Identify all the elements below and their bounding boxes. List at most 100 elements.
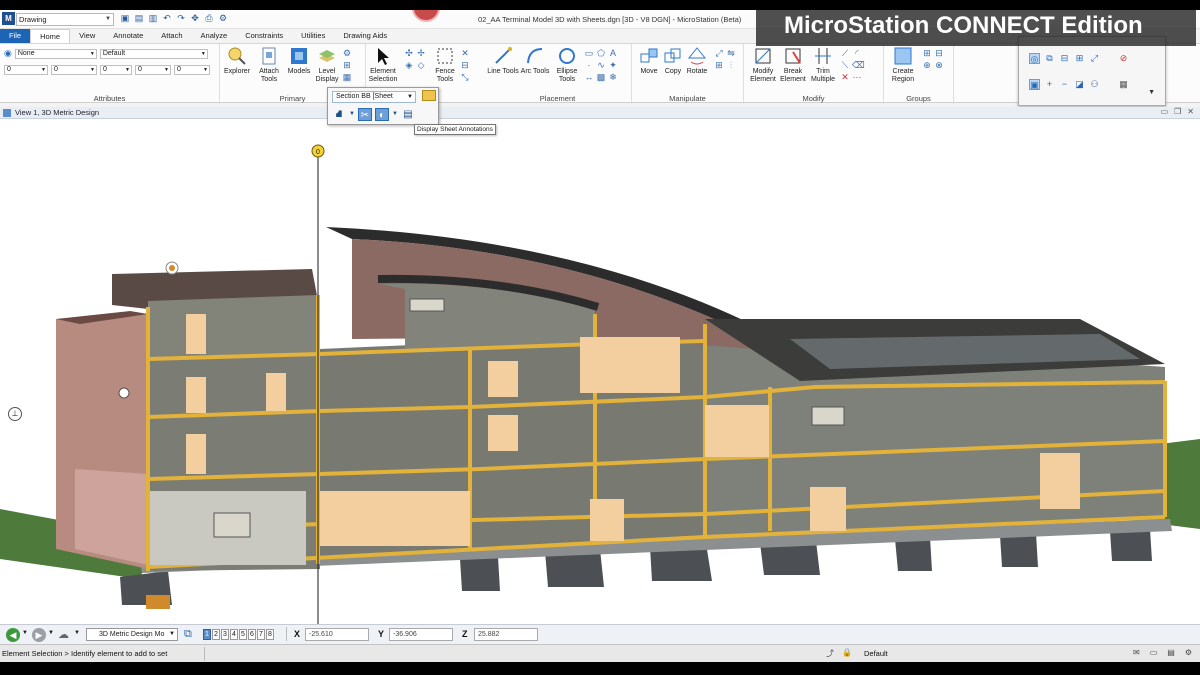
delete-vertex-icon[interactable]: ⋯ [852,72,862,82]
view-button-5[interactable]: 5 [239,629,247,640]
weight-combo[interactable]: 0 ▼ [100,64,132,75]
partial-delete-icon[interactable]: ⌫ [852,60,865,70]
delete-icon[interactable]: ✕ [840,72,850,82]
sheet-icon[interactable]: ▭ [1150,648,1158,657]
select-all-icon[interactable]: ✣ [404,48,414,58]
section-clip-icon[interactable]: ✂ [358,108,372,121]
chevron-down-icon[interactable]: ▼ [22,630,28,636]
clip-volume-icon[interactable]: ⛘ [332,108,346,121]
dimension-icon[interactable]: ↔ [584,72,594,82]
chamfer-icon[interactable]: ⟍ [840,60,850,70]
view-copy-icon[interactable]: ⧉ [1044,53,1055,64]
group-drop-icon[interactable]: ⊟ [934,48,944,58]
color-combo[interactable]: 0 ▼ [4,64,48,75]
building-section-model[interactable]: 0 [0,119,1200,624]
save-icon[interactable]: ▤ [134,13,144,24]
tab-view[interactable]: View [70,29,104,43]
group-add-icon[interactable]: ⊞ [922,48,932,58]
view-1-viewport[interactable]: 0 ⊥ [0,119,1200,624]
create-region-button[interactable]: Create Region [886,46,920,83]
chevron-down-icon[interactable]: ▼ [74,630,80,636]
window-area-icon[interactable]: ◪ [1074,79,1085,90]
properties-icon[interactable]: ⚙ [342,48,352,58]
ellipse-tools-button[interactable]: Ellipse Tools [550,46,584,83]
display-style-icon[interactable]: ☁ [58,628,69,641]
message-center-icon[interactable]: ✉ [1133,648,1140,657]
named-group-icon[interactable]: ⊗ [934,60,944,70]
minimize-icon[interactable]: ▭ [1161,107,1169,116]
element-selection-button[interactable]: Element Selection [366,46,400,83]
close-icon[interactable]: ✕ [1187,107,1194,116]
priority-combo[interactable]: 0 ▼ [174,64,210,75]
rectangle-icon[interactable]: ▭ [584,48,594,58]
trim-multiple-button[interactable]: Trim Multiple [806,46,840,83]
extend-icon[interactable]: ⟋ [840,48,850,58]
fence-tools-button[interactable]: Fence Tools [428,46,462,83]
graphic-group-icon[interactable]: ⊕ [922,60,932,70]
break-element-button[interactable]: Break Element [776,46,810,83]
display-section-icon[interactable]: ◐ [375,108,389,121]
chevron-down-icon[interactable]: ▼ [48,630,54,636]
chevron-down-icon[interactable]: ▼ [392,108,398,121]
modify-element-button[interactable]: Modify Element [746,46,780,83]
view-button-1[interactable]: 1 [203,629,211,640]
section-combo[interactable]: Section BB [Sheet ▼ [332,91,416,103]
polygon-icon[interactable]: ⬠ [596,48,606,58]
snap-icon[interactable]: ⤴ [826,648,834,659]
tab-constraints[interactable]: Constraints [236,29,292,43]
tab-attach[interactable]: Attach [152,29,191,43]
snowflake-icon[interactable]: ❄ [608,72,618,82]
new-file-icon[interactable]: ▣ [120,13,130,24]
delete-fence-icon[interactable]: ✕ [460,48,470,58]
view-button-8[interactable]: 8 [266,629,274,640]
curve-icon[interactable]: ∿ [596,60,606,70]
view-orientation-icon[interactable]: ⊥ [8,407,22,421]
view-button-7[interactable]: 7 [257,629,265,640]
raster-icon[interactable]: ▦ [342,72,352,82]
fillet-icon[interactable]: ◜ [852,48,862,58]
tab-analyze[interactable]: Analyze [192,29,237,43]
group-icon[interactable]: ◇ [416,60,426,70]
select-by-icon[interactable]: ◈ [404,60,414,70]
references-icon[interactable]: ⊞ [342,60,352,70]
print-icon[interactable]: ⎙ [204,13,214,24]
view-stack-icon[interactable]: ⊟ [1059,53,1070,64]
x-coordinate-field[interactable]: -25.610 [305,628,369,641]
save-all-icon[interactable]: ▥ [148,13,158,24]
folder-icon[interactable] [422,90,436,101]
active-level[interactable]: Default [864,649,888,658]
fence-mode-icon[interactable]: ⊟ [460,60,470,70]
zoom-fit-icon[interactable]: ▣ [1029,79,1040,90]
workflow-combo[interactable]: Drawing ▼ [16,13,114,26]
walk-icon[interactable]: ⚇ [1089,79,1100,90]
point-icon[interactable]: · [584,60,594,70]
transparency-combo[interactable]: 0 ▼ [135,64,171,75]
tab-home[interactable]: Home [30,29,71,43]
chevron-down-icon[interactable]: ▼ [349,108,355,121]
settings-icon[interactable]: ⚙ [1185,648,1192,657]
cell-icon[interactable]: ✦ [608,60,618,70]
chevron-down-icon[interactable]: ▼ [1148,89,1155,96]
redo-icon[interactable]: ↷ [176,13,186,24]
undo-icon[interactable]: ↶ [162,13,172,24]
camera-marker-icon[interactable] [118,387,130,399]
line-style-combo[interactable]: 0 ▼ [51,64,97,75]
forward-icon[interactable]: ▶ [32,628,46,642]
zoom-in-icon[interactable]: + [1044,79,1055,90]
y-coordinate-field[interactable]: -36.906 [389,628,453,641]
tab-annotate[interactable]: Annotate [104,29,152,43]
restore-icon[interactable]: ❐ [1174,107,1181,116]
z-coordinate-field[interactable]: 25.882 [474,628,538,641]
deselect-icon[interactable]: ✢ [416,48,426,58]
attach-tools-button[interactable]: Attach Tools [252,46,286,83]
text-icon[interactable]: A [608,48,618,58]
arc-tools-button[interactable]: Arc Tools [518,46,552,76]
level-display-button[interactable]: Level Display [310,46,344,83]
pattern-icon[interactable]: ▩ [596,72,606,82]
view-tile-icon[interactable]: ⊞ [1074,53,1085,64]
display-sheet-annotations-icon[interactable]: ▤ [401,108,415,121]
mirror-icon[interactable]: ⇋ [726,48,736,58]
view-button-2[interactable]: 2 [212,629,220,640]
view-cascade-icon[interactable]: ⤢ [1089,53,1100,64]
array-icon[interactable]: ⊞ [714,60,724,70]
